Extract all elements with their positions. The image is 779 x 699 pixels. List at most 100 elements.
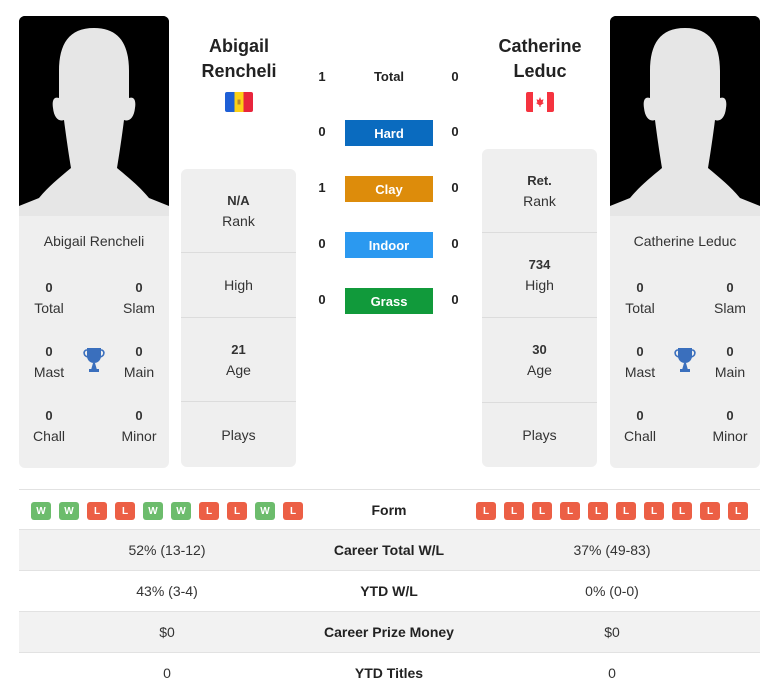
title-value: 0 — [636, 344, 644, 359]
title-label: Slam — [714, 300, 746, 316]
title-label: Slam — [123, 300, 155, 316]
player2-form-badge-loss[interactable]: L — [588, 502, 608, 520]
h2h-p1-value: 0 — [318, 236, 326, 251]
player2-last-name[interactable]: Leduc — [475, 59, 605, 84]
title-value: 0 — [45, 280, 53, 295]
surface-badge-hard[interactable]: Hard — [345, 120, 433, 146]
player2-title-slam: 0 Slam — [700, 278, 760, 318]
player2-name[interactable]: Catherine Leduc — [475, 34, 605, 84]
player1-form-badge-win[interactable]: W — [59, 502, 79, 520]
player2-first-name[interactable]: Catherine — [475, 34, 605, 59]
form-row: WWLLWWLLWL Form LLLLLLLLLL — [19, 489, 760, 530]
h2h-p1-value: 0 — [318, 124, 326, 139]
player1-stat-value: 43% (3-4) — [136, 583, 198, 599]
player1-form-badge-loss[interactable]: L — [199, 502, 219, 520]
h2h-p2-value: 0 — [451, 124, 459, 139]
stat-row-career-total-wl: 52% (13-12) Career Total W/L 37% (49-83) — [19, 530, 760, 571]
h2h-p2-value: 0 — [451, 292, 459, 307]
player1-form-badge-loss[interactable]: L — [283, 502, 303, 520]
stat-row-ytd-titles: 0 YTD Titles 0 — [19, 653, 760, 694]
player2-form-badge-loss[interactable]: L — [560, 502, 580, 520]
player1-title-main: 0 Main — [109, 342, 169, 382]
player2-form-badge-loss[interactable]: L — [644, 502, 664, 520]
h2h-p2-value: 0 — [451, 236, 459, 251]
info-label: Rank — [523, 192, 556, 209]
player1-form-badge-loss[interactable]: L — [227, 502, 247, 520]
player1-form-badge-loss[interactable]: L — [87, 502, 107, 520]
player2-title-total: 0 Total — [610, 278, 670, 318]
player1-stat-value: 52% (13-12) — [128, 542, 206, 558]
stat-label: YTD W/L — [360, 583, 418, 599]
h2h-p1-value: 1 — [318, 180, 326, 195]
info-label: Plays — [522, 427, 557, 443]
player1-last-name[interactable]: Rencheli — [174, 59, 304, 84]
info-label: Rank — [222, 212, 255, 229]
player1-age: 21 Age — [181, 318, 296, 402]
title-value: 0 — [726, 408, 734, 423]
title-value: 0 — [726, 280, 734, 295]
title-label: Chall — [33, 428, 65, 444]
player1-form-badge-win[interactable]: W — [171, 502, 191, 520]
player2-form-badge-loss[interactable]: L — [504, 502, 524, 520]
title-label: Total — [34, 300, 64, 316]
trophy-icon — [673, 347, 697, 373]
form-label: Form — [371, 502, 407, 518]
title-label: Main — [714, 364, 746, 380]
player2-stat-value: 0% (0-0) — [585, 583, 639, 599]
player2-stat-value: 37% (49-83) — [573, 542, 651, 558]
info-value: 734 — [528, 257, 551, 272]
player2-form-badge-loss[interactable]: L — [532, 502, 552, 520]
h2h-clay-row: 1 Clay 0 — [310, 176, 470, 202]
surface-badge-grass[interactable]: Grass — [345, 288, 433, 314]
stat-row-ytd-wl: 43% (3-4) YTD W/L 0% (0-0) — [19, 571, 760, 612]
title-value: 0 — [636, 280, 644, 295]
player2-photo — [610, 16, 760, 216]
player1-form-badge-win[interactable]: W — [143, 502, 163, 520]
surface-badge-clay[interactable]: Clay — [345, 176, 433, 202]
player1-title-minor: 0 Minor — [109, 406, 169, 446]
h2h-indoor-row: 0 Indoor 0 — [310, 232, 470, 258]
info-value: N/A — [227, 192, 250, 208]
player1-name[interactable]: Abigail Rencheli — [174, 34, 304, 84]
player2-stat-value: $0 — [604, 624, 620, 640]
player1-stat-value: 0 — [163, 665, 171, 681]
player1-card-name: Abigail Rencheli — [43, 233, 145, 249]
title-value: 0 — [135, 344, 143, 359]
h2h-grass-row: 0 Grass 0 — [310, 288, 470, 314]
player1-form-badge-win[interactable]: W — [255, 502, 275, 520]
player2-rank: Ret. Rank — [482, 149, 597, 233]
info-label: Age — [226, 361, 251, 378]
title-label: Chall — [624, 428, 656, 444]
title-value: 0 — [135, 280, 143, 295]
stat-label: YTD Titles — [354, 665, 424, 681]
player2-form-badge-loss[interactable]: L — [700, 502, 720, 520]
player2-form-badge-loss[interactable]: L — [476, 502, 496, 520]
player1-first-name[interactable]: Abigail — [174, 34, 304, 59]
h2h-p2-value: 0 — [451, 69, 459, 84]
player2-form-badge-loss[interactable]: L — [728, 502, 748, 520]
player2-title-chall: 0 Chall — [610, 406, 670, 446]
h2h-p2-value: 0 — [451, 180, 459, 195]
surface-badge-indoor[interactable]: Indoor — [345, 232, 433, 258]
player2-form-badge-loss[interactable]: L — [672, 502, 692, 520]
title-value: 0 — [636, 408, 644, 423]
title-value: 0 — [135, 408, 143, 423]
title-value: 0 — [45, 344, 53, 359]
player1-title-chall: 0 Chall — [19, 406, 79, 446]
player1-plays: Plays — [181, 402, 296, 467]
player1-form-badge-win[interactable]: W — [31, 502, 51, 520]
info-label: Plays — [221, 426, 256, 443]
title-label: Minor — [712, 428, 748, 444]
title-value: 0 — [726, 344, 734, 359]
player2-form-badge-loss[interactable]: L — [616, 502, 636, 520]
title-label: Mast — [33, 364, 65, 380]
player2-card-name: Catherine Leduc — [633, 233, 737, 249]
stat-row-career-prize-money: $0 Career Prize Money $0 — [19, 612, 760, 653]
player1-rank: N/A Rank — [181, 169, 296, 253]
player2-stat-value: 0 — [608, 665, 616, 681]
player1-title-slam: 0 Slam — [109, 278, 169, 318]
h2h-hard-row: 0 Hard 0 — [310, 120, 470, 146]
player1-form-badge-loss[interactable]: L — [115, 502, 135, 520]
title-label: Mast — [624, 364, 656, 380]
h2h-p1-value: 0 — [318, 292, 326, 307]
